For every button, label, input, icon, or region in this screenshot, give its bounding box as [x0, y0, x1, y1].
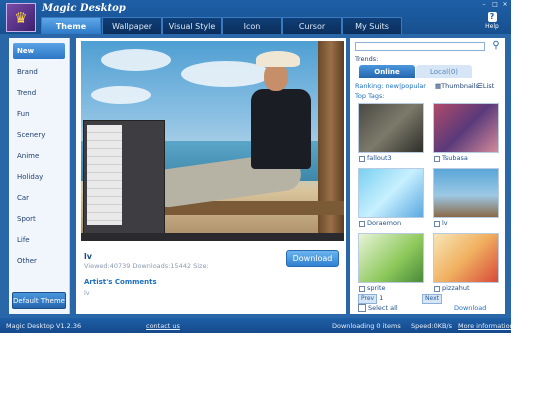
question-icon: ?: [487, 12, 497, 22]
theme-thumb[interactable]: pizzahut: [433, 233, 499, 295]
select-all-checkbox[interactable]: [358, 304, 366, 312]
select-all[interactable]: Select all: [358, 304, 398, 312]
contact-link[interactable]: contact us: [146, 322, 180, 330]
ranking-links[interactable]: Ranking: new|popular: [355, 82, 426, 90]
select-checkbox[interactable]: [434, 221, 440, 227]
select-checkbox[interactable]: [434, 286, 440, 292]
tab-online[interactable]: Online: [359, 65, 415, 78]
speed-status: Speed:0KB/s: [411, 322, 452, 330]
theme-name[interactable]: lv: [84, 252, 92, 261]
maximize-icon[interactable]: □: [492, 2, 498, 8]
close-icon[interactable]: ×: [502, 2, 508, 8]
downloading-status: Downloading 0 items: [332, 322, 401, 330]
tab-wallpaper[interactable]: Wallpaper: [102, 17, 162, 34]
help-button[interactable]: ? Help: [484, 12, 500, 30]
search-input[interactable]: [355, 42, 485, 51]
tab-theme[interactable]: Theme: [41, 17, 101, 34]
page-number: 1: [379, 294, 384, 302]
theme-thumb[interactable]: fallout3: [358, 103, 424, 165]
help-label: Help: [485, 23, 499, 30]
download-selected-button[interactable]: Download: [454, 304, 486, 312]
category-life[interactable]: Life: [9, 232, 69, 248]
category-trend[interactable]: Trend: [9, 85, 69, 101]
theme-thumb[interactable]: sprite: [358, 233, 424, 295]
category-other[interactable]: Other: [9, 253, 69, 269]
trends-label: Trends:: [355, 55, 379, 63]
download-button[interactable]: Download: [286, 250, 339, 267]
prev-button[interactable]: Prev: [358, 294, 378, 304]
category-car[interactable]: Car: [9, 190, 69, 206]
status-bar: Magic Desktop V1.2.36 contact us Downloa…: [0, 318, 511, 333]
title-bar: ♛ Magic Desktop – □ × Theme Wallpaper Vi…: [0, 0, 511, 34]
tab-icon[interactable]: Icon: [222, 17, 282, 34]
pager: Prev 1: [358, 294, 383, 304]
category-anime[interactable]: Anime: [9, 148, 69, 164]
tab-cursor[interactable]: Cursor: [282, 17, 342, 34]
category-brand[interactable]: Brand: [9, 64, 69, 80]
theme-thumb[interactable]: lv: [433, 168, 499, 230]
select-checkbox[interactable]: [359, 286, 365, 292]
theme-thumb[interactable]: Tsubasa: [433, 103, 499, 165]
app-logo-icon: ♛: [6, 3, 36, 32]
category-sport[interactable]: Sport: [9, 211, 69, 227]
category-new[interactable]: New: [13, 43, 65, 59]
thumbnails-view-toggle[interactable]: ▦Thumbnails: [435, 82, 479, 90]
minimize-icon[interactable]: –: [481, 2, 487, 8]
comments-heading: Artist's Comments: [84, 278, 157, 286]
theme-preview-image[interactable]: [81, 41, 344, 241]
list-view-toggle[interactable]: ☰List: [477, 82, 494, 90]
next-button[interactable]: Next: [422, 294, 442, 304]
category-scenery[interactable]: Scenery: [9, 127, 69, 143]
version-text: Magic Desktop V1.2.36: [6, 322, 82, 330]
tab-my-suits[interactable]: My Suits: [342, 17, 402, 34]
more-info-link[interactable]: More information: [458, 322, 511, 330]
category-fun[interactable]: Fun: [9, 106, 69, 122]
tab-local[interactable]: Local(0): [416, 65, 472, 78]
theme-stats: Viewed:40739 Downloads:15442 Size:: [84, 262, 209, 270]
category-holiday[interactable]: Holiday: [9, 169, 69, 185]
theme-thumb[interactable]: Doraemon: [358, 168, 424, 230]
theme-detail-panel: lv Viewed:40739 Downloads:15442 Size: Do…: [76, 38, 346, 314]
default-theme-button[interactable]: Default Theme: [12, 292, 66, 309]
category-sidebar: New Brand Trend Fun Scenery Anime Holida…: [9, 38, 70, 314]
tab-visual-style[interactable]: Visual Style: [162, 17, 222, 34]
comment-text: lv: [84, 289, 90, 297]
search-icon[interactable]: ⚲: [490, 40, 502, 52]
start-menu-preview: [83, 120, 165, 236]
select-checkbox[interactable]: [359, 221, 365, 227]
select-checkbox[interactable]: [359, 156, 365, 162]
select-checkbox[interactable]: [434, 156, 440, 162]
browse-panel: ⚲ Trends: Online Local(0) Ranking: new|p…: [350, 38, 505, 314]
app-title: Magic Desktop: [42, 3, 126, 14]
main-window: ♛ Magic Desktop – □ × Theme Wallpaper Vi…: [0, 0, 511, 333]
top-tags-label: Top Tags:: [355, 92, 385, 100]
